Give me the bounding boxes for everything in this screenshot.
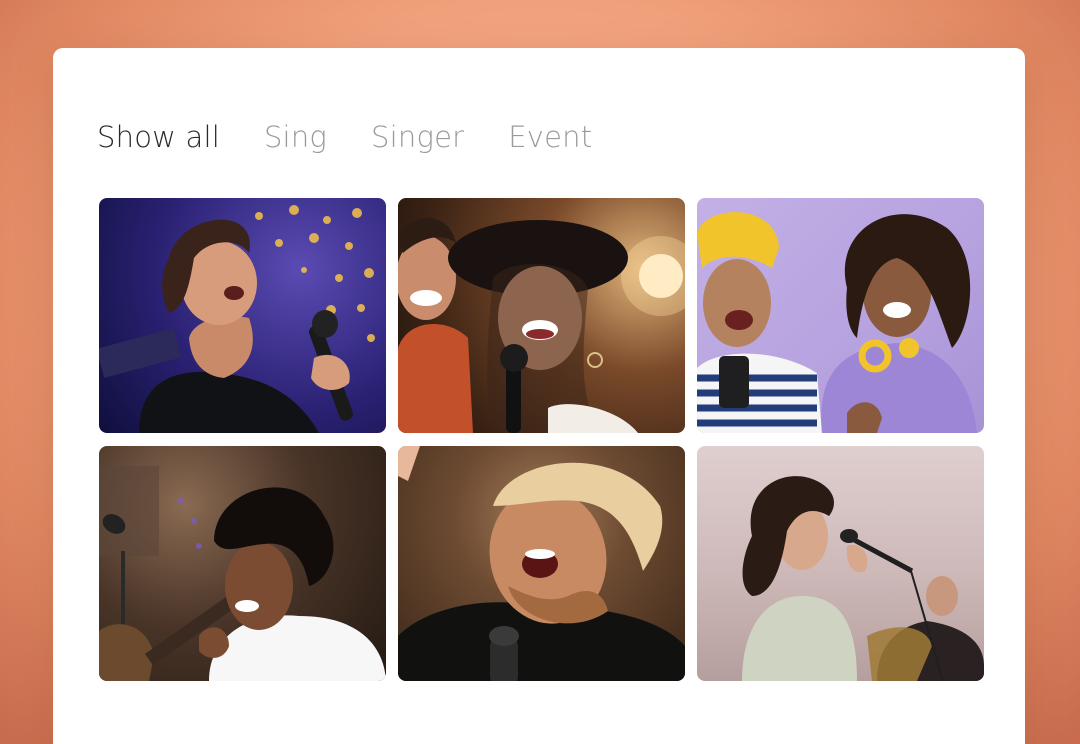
- duo-singing-image: [398, 218, 685, 433]
- friends-dancing-image: [697, 212, 977, 433]
- tab-singer[interactable]: Singer: [371, 120, 464, 154]
- gallery-photo-female-singer[interactable]: [697, 446, 984, 681]
- gallery-photo-singer-bokeh[interactable]: [99, 198, 386, 433]
- singer-bokeh-image: [99, 205, 375, 433]
- gallery-card: Show all Sing Singer Event: [53, 48, 1025, 744]
- filter-tabs: Show all Sing Singer Event: [97, 120, 592, 154]
- gallery-photo-friends-dancing[interactable]: [697, 198, 984, 433]
- female-singer-image: [742, 476, 984, 681]
- tab-sing[interactable]: Sing: [264, 120, 327, 154]
- gallery-photo-male-singer[interactable]: [398, 446, 685, 681]
- tab-show-all[interactable]: Show all: [97, 120, 220, 154]
- gallery-photo-guitarist[interactable]: [99, 446, 386, 681]
- guitarist-image: [99, 466, 386, 681]
- tab-event[interactable]: Event: [508, 120, 592, 154]
- gallery-photo-duo-singing[interactable]: [398, 198, 685, 433]
- photo-grid: [99, 198, 984, 681]
- male-singer-image: [398, 446, 685, 681]
